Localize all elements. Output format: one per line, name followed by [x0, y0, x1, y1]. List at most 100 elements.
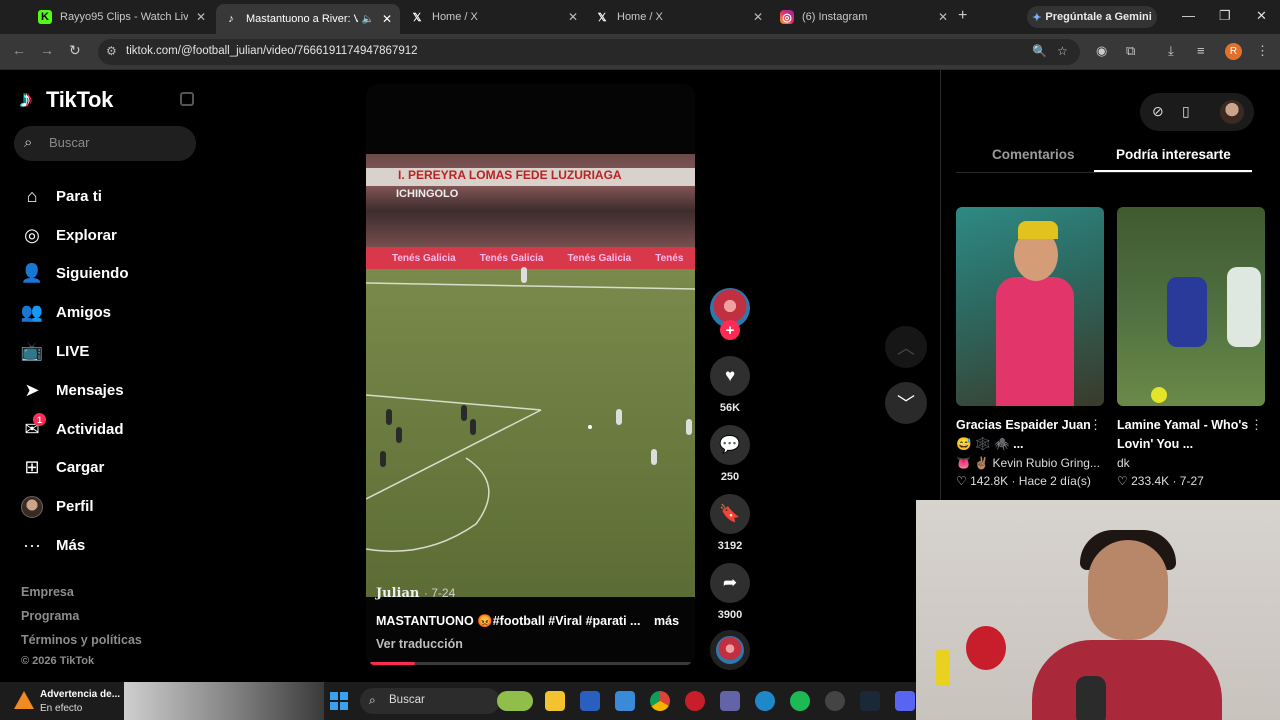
- card-user[interactable]: 👅 ✌🏽 Kevin Rubio Gring...: [956, 456, 1104, 470]
- browser-tab-active[interactable]: ♪ Mastantuono a River: Viral 🔈 ✕: [216, 4, 400, 34]
- upload-icon: ⊞: [24, 457, 40, 478]
- url-text[interactable]: tiktok.com/@football_julian/video/766619…: [126, 45, 418, 57]
- player: [396, 427, 402, 443]
- zoom-icon[interactable]: 🔍: [1032, 44, 1047, 58]
- music-disc[interactable]: [710, 630, 750, 670]
- sidebar-item-perfil[interactable]: Perfil: [20, 487, 129, 526]
- footer-link-programa[interactable]: Programa: [21, 609, 142, 633]
- thumbnail-hat: [1018, 221, 1058, 239]
- browser-tab[interactable]: K Rayyo95 Clips - Watch Live on ✕: [30, 4, 214, 30]
- teams-icon[interactable]: [720, 691, 740, 711]
- weather-warning[interactable]: Advertencia de... En efecto: [0, 682, 124, 720]
- file-explorer-icon[interactable]: [545, 691, 565, 711]
- sidebar-item-amigos[interactable]: 👥 Amigos: [20, 293, 129, 332]
- profile-avatar[interactable]: R: [1225, 43, 1242, 60]
- chrome-icon[interactable]: [650, 691, 670, 711]
- taskbar-search[interactable]: ⌕ Buscar: [360, 688, 500, 714]
- phone-icon[interactable]: ▯: [1182, 103, 1190, 120]
- recommended-video-card[interactable]: ⋮ Lamine Yamal - Who's Lovin' You ... dk…: [1117, 207, 1265, 488]
- sidebar-item-cargar[interactable]: ⊞ Cargar: [20, 449, 129, 488]
- search-input[interactable]: [49, 135, 189, 150]
- instagram-icon: ◎: [780, 10, 794, 24]
- previous-video-button[interactable]: ︿: [885, 326, 927, 368]
- windows-taskbar: Advertencia de... En efecto ⌕ Buscar: [0, 682, 916, 720]
- obs-icon[interactable]: [825, 691, 845, 711]
- minimize-icon[interactable]: —: [1182, 8, 1195, 23]
- ball: [588, 425, 592, 429]
- close-tab-icon[interactable]: ✕: [938, 10, 948, 24]
- address-bar[interactable]: ⚙ tiktok.com/@football_julian/video/7666…: [98, 39, 1080, 65]
- video-player[interactable]: I. PEREYRA LOMAS FEDE LUZURIAGA ICHINGOL…: [366, 84, 695, 666]
- close-tab-icon[interactable]: ✕: [753, 10, 763, 24]
- close-tab-icon[interactable]: ✕: [382, 12, 392, 26]
- sidebar-item-siguiendo[interactable]: 👤 Siguiendo: [20, 255, 129, 294]
- widget-icon[interactable]: [497, 691, 533, 711]
- caption-more-button[interactable]: más: [654, 614, 679, 628]
- tiktok-logo[interactable]: ♪ TikTok: [20, 87, 113, 113]
- close-window-icon[interactable]: ✕: [1256, 8, 1267, 24]
- user-avatar[interactable]: [1220, 100, 1244, 124]
- tab-podria-interesarte[interactable]: Podría interesarte: [1116, 147, 1231, 162]
- card-user[interactable]: dk: [1117, 456, 1265, 470]
- follow-button[interactable]: +: [720, 320, 740, 340]
- audio-icon[interactable]: 🔈: [362, 14, 374, 25]
- thumbnail-player: [1227, 267, 1261, 347]
- player: [686, 419, 692, 435]
- video-progress-bar[interactable]: [370, 662, 691, 665]
- gemini-button[interactable]: ✦ Pregúntale a Gemini: [1027, 6, 1157, 28]
- media-control-icon[interactable]: ≡: [1197, 43, 1205, 58]
- sidebar-item-actividad[interactable]: ✉ 1 Actividad: [20, 410, 129, 449]
- extensions-icon[interactable]: ⧉: [1126, 43, 1135, 59]
- video-thumbnail[interactable]: [956, 207, 1104, 406]
- menu-kebab-icon[interactable]: ⋮: [1256, 43, 1269, 59]
- new-tab-button[interactable]: +: [958, 7, 967, 25]
- sidebar-item-live[interactable]: 📺 LIVE: [20, 332, 129, 371]
- search-icon: ⌕: [24, 134, 33, 151]
- card-menu-icon[interactable]: ⋮: [1250, 417, 1263, 433]
- next-video-button[interactable]: ﹀: [885, 382, 927, 424]
- browser-tab[interactable]: ◎ (6) Instagram ✕: [772, 4, 956, 30]
- stadium-banner-2: ICHINGOLO: [396, 188, 459, 200]
- edge-icon[interactable]: [755, 691, 775, 711]
- notepad-icon[interactable]: [615, 691, 635, 711]
- card-menu-icon[interactable]: ⋮: [1089, 417, 1102, 433]
- search-box[interactable]: ⌕: [14, 126, 196, 161]
- sidebar-item-mas[interactable]: ··· Más: [20, 526, 129, 565]
- spotify-icon[interactable]: [790, 691, 810, 711]
- extension-chrome-icon[interactable]: ◉: [1096, 43, 1107, 59]
- collapse-sidebar-icon[interactable]: [180, 92, 194, 106]
- word-icon[interactable]: [580, 691, 600, 711]
- tab-comentarios[interactable]: Comentarios: [992, 147, 1075, 162]
- video-author[interactable]: Julian · 7-24: [376, 586, 455, 601]
- close-tab-icon[interactable]: ✕: [196, 10, 206, 24]
- bookmark-star-icon[interactable]: ☆: [1057, 44, 1068, 58]
- forward-icon[interactable]: →: [40, 42, 54, 58]
- discord-icon[interactable]: [895, 691, 915, 711]
- footer-link-terminos[interactable]: Términos y políticas: [21, 633, 142, 657]
- save-button[interactable]: 🔖 3192: [708, 494, 752, 552]
- browser-tab[interactable]: 𝕏 Home / X ✕: [587, 4, 771, 30]
- back-icon[interactable]: ←: [12, 42, 26, 58]
- maximize-icon[interactable]: ❐: [1219, 8, 1231, 24]
- footer-link-empresa[interactable]: Empresa: [21, 585, 142, 609]
- windows-start-icon[interactable]: [330, 692, 348, 710]
- translate-button[interactable]: Ver traducción: [376, 637, 463, 651]
- sidebar-item-para-ti[interactable]: ⌂ Para ti: [20, 177, 129, 216]
- close-tab-icon[interactable]: ✕: [568, 10, 578, 24]
- reload-icon[interactable]: ↻: [69, 42, 81, 59]
- compass-icon[interactable]: ⊘: [1152, 103, 1164, 120]
- sidebar-item-mensajes[interactable]: ➤ Mensajes: [20, 371, 129, 410]
- share-button[interactable]: ➦ 3900: [708, 563, 752, 621]
- recommended-video-card[interactable]: ⋮ Gracias Espaider Juan 😅 🕸️ 🕷️ ... 👅 ✌🏽…: [956, 207, 1104, 488]
- like-button[interactable]: ♥ 56K: [708, 356, 752, 414]
- site-info-icon[interactable]: ⚙: [106, 44, 117, 58]
- steam-icon[interactable]: [860, 691, 880, 711]
- comment-button[interactable]: 💬 250: [708, 425, 752, 483]
- download-icon[interactable]: ⤓: [1168, 43, 1174, 59]
- sidebar-item-explorar[interactable]: ◎ Explorar: [20, 216, 129, 255]
- app-icon[interactable]: [685, 691, 705, 711]
- more-icon: ···: [23, 535, 41, 556]
- desktop-peek: [124, 682, 324, 720]
- video-thumbnail[interactable]: [1117, 207, 1265, 406]
- browser-tab[interactable]: 𝕏 Home / X ✕: [402, 4, 586, 30]
